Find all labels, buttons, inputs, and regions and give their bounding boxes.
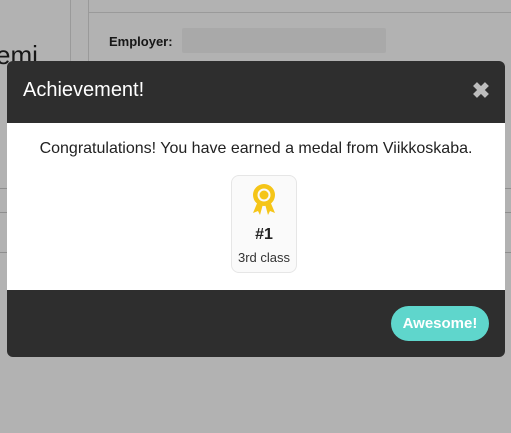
modal-title: Achievement! xyxy=(23,79,145,101)
modal-body: Congratulations! You have earned a medal… xyxy=(7,123,505,290)
medal-rank: #1 xyxy=(255,226,273,243)
congratulations-message: Congratulations! You have earned a medal… xyxy=(39,140,473,157)
modal-footer: Awesome! xyxy=(7,290,505,357)
medal-card: #1 3rd class xyxy=(231,175,297,273)
medal-class-label: 3rd class xyxy=(237,250,291,265)
achievement-modal: Achievement! ✖ Congratulations! You have… xyxy=(7,61,505,357)
modal-header: Achievement! ✖ xyxy=(7,61,505,123)
medal-icon xyxy=(253,184,275,215)
awesome-button[interactable]: Awesome! xyxy=(391,306,489,341)
close-icon[interactable]: ✖ xyxy=(471,79,491,103)
